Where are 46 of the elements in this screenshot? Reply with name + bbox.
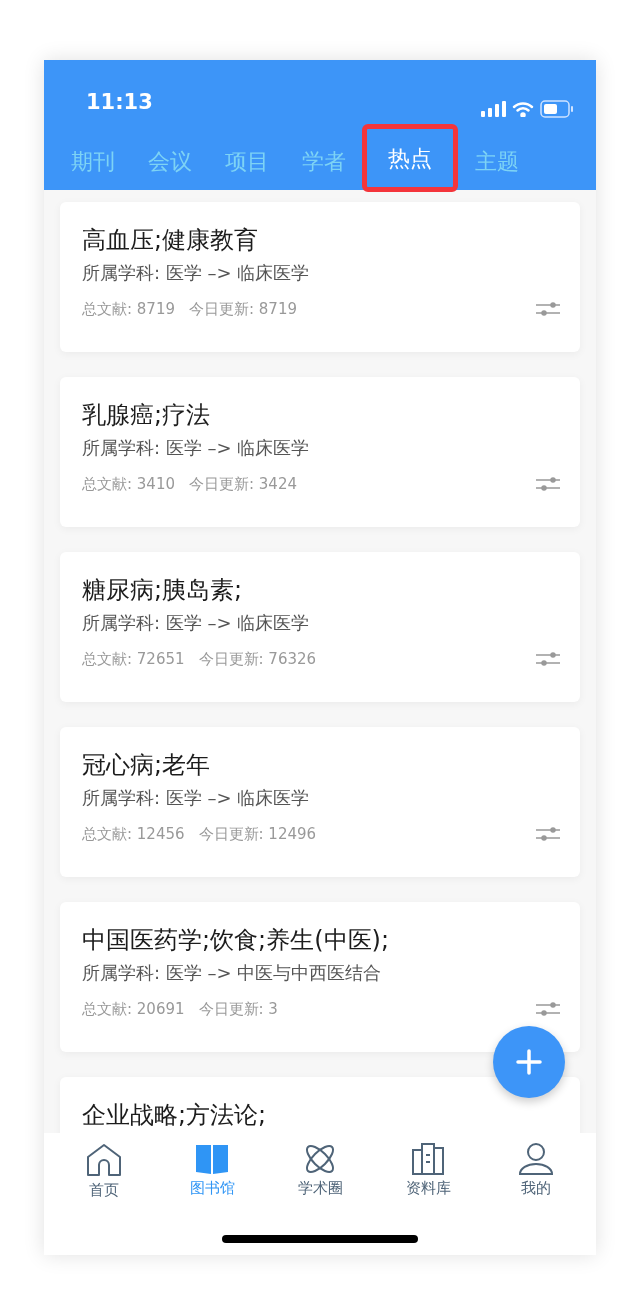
topic-title: 糖尿病;胰岛素; — [82, 575, 244, 606]
sliders-icon[interactable] — [536, 302, 560, 317]
subject-text: 所属学科: 医学 –> 临床医学 — [82, 611, 311, 635]
topic-card[interactable]: 糖尿病;胰岛素; 所属学科: 医学 –> 临床医学 总文献: 72651 今日更新: 76326 — [60, 552, 580, 702]
total-count: 总文献: 12456 — [82, 824, 185, 845]
subject-text: 所属学科: 医学 –> 临床医学 — [82, 436, 311, 460]
battery-icon — [540, 100, 574, 118]
nav-item[interactable]: 我的 — [491, 1143, 581, 1202]
nav-item[interactable]: 首页 — [59, 1143, 149, 1202]
today-count: 今日更新: 12496 — [198, 824, 317, 845]
signal-icon — [481, 101, 506, 117]
subject-text: 所属学科: 医学 –> 中医与中西医结合 — [82, 961, 383, 985]
topic-card[interactable]: 冠心病;老年 所属学科: 医学 –> 临床医学 总文献: 12456 今日更新: 12496 — [60, 727, 580, 877]
topic-card[interactable]: 中国医药学;饮食;养生(中医); 所属学科: 医学 –> 中医与中西医结合 总文献: 20691 今日更新: 3 — [60, 902, 580, 1052]
sliders-icon[interactable] — [536, 1002, 560, 1017]
today-count: 今日更新: 76326 — [198, 649, 317, 670]
home-icon — [86, 1143, 122, 1177]
topic-title: 乳腺癌;疗法 — [82, 400, 212, 431]
today-count: 今日更新: 3 — [198, 999, 278, 1020]
book-icon — [195, 1143, 229, 1175]
subject-text: 所属学科: 医学 –> 临床医学 — [82, 786, 311, 810]
total-count: 总文献: 20691 — [82, 999, 185, 1020]
plus-icon — [516, 1049, 542, 1075]
topic-title: 高血压;健康教育 — [82, 225, 260, 256]
total-count: 总文献: 8719 — [82, 299, 175, 320]
topic-title: 企业战略;方法论; — [82, 1100, 268, 1131]
orbit-icon — [304, 1143, 336, 1175]
topic-card[interactable]: 乳腺癌;疗法 所属学科: 医学 –> 临床医学 总文献: 3410 今日更新: 3424 — [60, 377, 580, 527]
today-count: 今日更新: 8719 — [189, 299, 297, 320]
topic-title: 中国医药学;饮食;养生(中医); — [82, 925, 390, 956]
today-count: 今日更新: 3424 — [189, 474, 297, 495]
sliders-icon[interactable] — [536, 652, 560, 667]
topic-title: 冠心病;老年 — [82, 750, 212, 781]
wifi-icon — [512, 101, 534, 117]
sliders-icon[interactable] — [536, 477, 560, 492]
total-count: 总文献: 3410 — [82, 474, 175, 495]
buildings-icon — [412, 1143, 444, 1175]
topic-card[interactable]: 企业战略;方法论; — [60, 1077, 580, 1133]
sliders-icon[interactable] — [536, 827, 560, 842]
topic-card[interactable]: 高血压;健康教育 所属学科: 医学 –> 临床医学 总文献: 8719 今日更新: 8719 — [60, 202, 580, 352]
status-time: 11:13 — [86, 88, 153, 116]
nav-item[interactable]: 资料库 — [383, 1143, 473, 1202]
subject-text: 所属学科: 医学 –> 临床医学 — [82, 261, 311, 285]
nav-item[interactable]: 学术圈 — [275, 1143, 365, 1202]
total-count: 总文献: 72651 — [82, 649, 185, 670]
user-icon — [519, 1143, 553, 1175]
